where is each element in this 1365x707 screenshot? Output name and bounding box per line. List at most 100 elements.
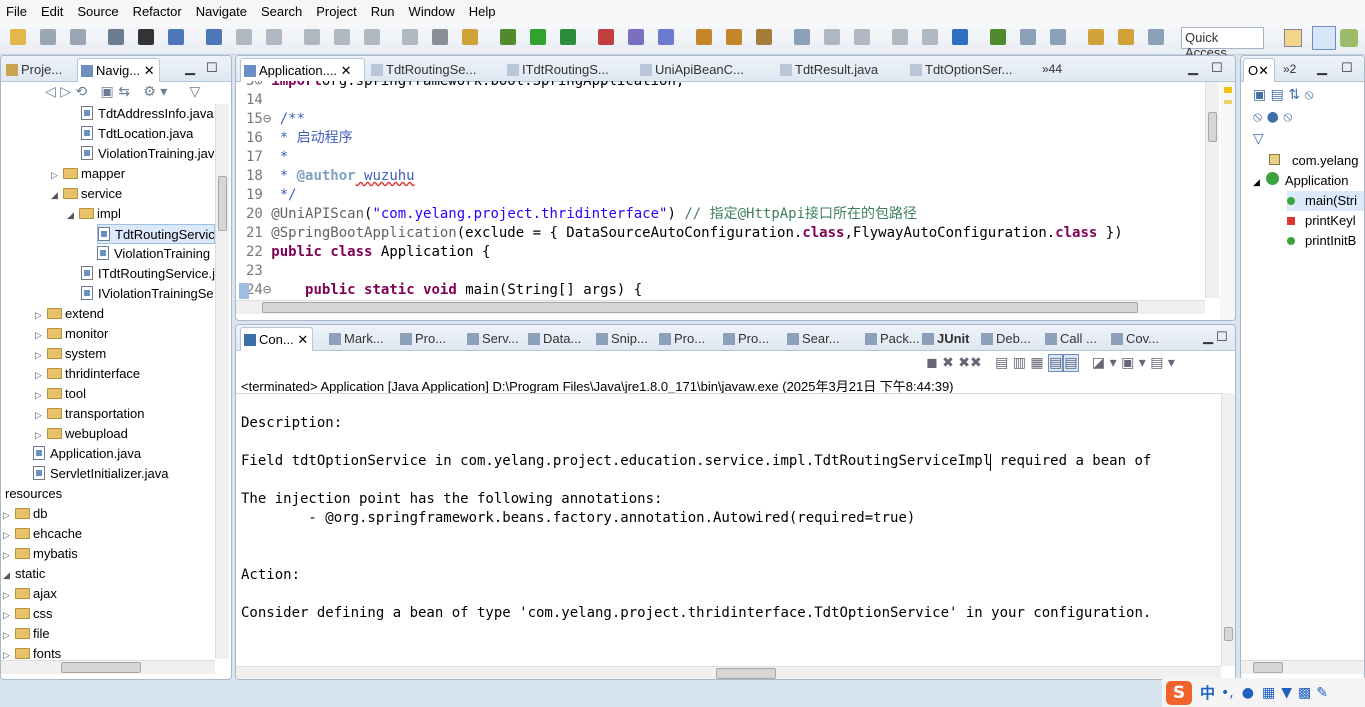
- nav-back-icon[interactable]: [1118, 29, 1134, 45]
- debug-perspective-icon[interactable]: [1340, 29, 1358, 47]
- tree-item[interactable]: ServletInitializer.java: [33, 464, 169, 484]
- last-edit-icon[interactable]: [1020, 29, 1036, 45]
- tree-item[interactable]: ▷ webupload: [35, 424, 128, 444]
- code-line[interactable]: 20 @UniAPIScan("com.yelang.project.thrid…: [246, 205, 917, 224]
- toggle-mark-icon[interactable]: [892, 29, 908, 45]
- tree-item[interactable]: ◢ service: [51, 184, 122, 204]
- minimize-icon[interactable]: ▁: [1317, 61, 1327, 76]
- scroll-thumb[interactable]: [1224, 627, 1233, 641]
- close-icon[interactable]: ✕: [1258, 63, 1269, 78]
- punctuation-icon[interactable]: •,: [1221, 685, 1234, 701]
- occurrence-marker[interactable]: [1224, 100, 1232, 104]
- open-type-icon[interactable]: [726, 29, 742, 45]
- java-perspective-icon[interactable]: [1312, 26, 1336, 50]
- tree-item[interactable]: TdtRoutingServic: [97, 224, 215, 244]
- outline-item[interactable]: ◢ Application: [1253, 171, 1349, 191]
- external-tools-icon[interactable]: [598, 29, 614, 45]
- expand-arrow-icon[interactable]: ▷: [35, 385, 47, 404]
- tab-cov-view[interactable]: Cov...: [1108, 327, 1163, 351]
- tab-deb-view[interactable]: Deb...: [978, 327, 1035, 351]
- tree-vertical-scrollbar[interactable]: [215, 104, 229, 659]
- quick-access-input[interactable]: Quick Access: [1181, 27, 1264, 60]
- run-icon[interactable]: [530, 29, 546, 45]
- code-line[interactable]: 15⊖ /**: [246, 110, 305, 129]
- tree-item[interactable]: ▷ css: [3, 604, 53, 624]
- tab-outline[interactable]: O✕: [1243, 58, 1275, 82]
- code-line[interactable]: 23: [246, 262, 271, 281]
- code-line[interactable]: 14: [246, 91, 271, 110]
- code-line[interactable]: 18 * @author wuzuhu: [246, 167, 415, 186]
- tree-item[interactable]: TdtLocation.java: [81, 124, 193, 144]
- tree-item[interactable]: ▷ mybatis: [3, 544, 78, 564]
- tab-tdtrouting[interactable]: TdtRoutingSe...: [368, 58, 480, 82]
- tab-pro-view[interactable]: Pro...: [656, 327, 709, 351]
- scroll-thumb[interactable]: [262, 302, 1138, 313]
- tab-tdtresult[interactable]: TdtResult.java: [777, 58, 882, 82]
- code-line[interactable]: 21 @SpringBootApplication(exclude = { Da…: [246, 224, 1123, 243]
- tab-pro-view[interactable]: Pro...: [720, 327, 773, 351]
- code-line[interactable]: 22 public class Application {: [246, 243, 490, 262]
- outline-item[interactable]: printInitB: [1287, 231, 1356, 251]
- tree-item[interactable]: ▷ thridinterface: [35, 364, 140, 384]
- code-line[interactable]: 19 */: [246, 186, 297, 205]
- tree-item[interactable]: IViolationTrainingSe: [81, 284, 214, 304]
- minimize-icon[interactable]: ▁: [185, 61, 195, 76]
- tree-item[interactable]: TdtAddressInfo.java: [81, 104, 214, 124]
- search-icon[interactable]: [756, 29, 772, 45]
- expand-arrow-icon[interactable]: ▷: [3, 605, 15, 624]
- skin-icon[interactable]: ▼: [1281, 685, 1292, 701]
- debug-skip-icon[interactable]: [206, 29, 222, 45]
- maximize-icon[interactable]: ☐: [1341, 61, 1353, 76]
- expand-arrow-icon[interactable]: ▷: [3, 625, 15, 644]
- expand-arrow-icon[interactable]: ▷: [51, 165, 63, 184]
- tree-item[interactable]: ◢ impl: [67, 204, 121, 224]
- word-wrap-icon[interactable]: ▤: [1063, 354, 1079, 372]
- tab-uniapibean[interactable]: UniApiBeanC...: [637, 58, 748, 82]
- collapse-arrow-icon[interactable]: ◢: [67, 205, 79, 224]
- tab-navigator[interactable]: Navig... ✕: [77, 58, 160, 82]
- tab-call-view[interactable]: Call ...: [1042, 327, 1101, 351]
- code-line[interactable]: 16 * 启动程序: [246, 129, 353, 148]
- expand-arrow-icon[interactable]: ▷: [35, 425, 47, 444]
- tree-item[interactable]: Application.java: [33, 444, 141, 464]
- tree-item[interactable]: ▷ fonts: [3, 644, 61, 664]
- collapse-arrow-icon[interactable]: ◢: [1253, 177, 1260, 187]
- menu-search[interactable]: Search: [261, 4, 302, 19]
- step-return-icon[interactable]: [432, 29, 448, 45]
- tab-data-view[interactable]: Data...: [525, 327, 585, 351]
- tree-item[interactable]: ▷ extend: [35, 304, 104, 324]
- expand-arrow-icon[interactable]: ▷: [3, 505, 15, 524]
- globe-icon[interactable]: [952, 29, 968, 45]
- debug-icon[interactable]: [500, 29, 516, 45]
- tree-item[interactable]: ▷ db: [3, 504, 47, 524]
- scroll-lock-icon[interactable]: ▤: [1048, 354, 1064, 372]
- nav-forward-icon[interactable]: [1148, 29, 1164, 45]
- step-into-icon[interactable]: [364, 29, 380, 45]
- sogou-logo-icon[interactable]: S: [1166, 680, 1192, 705]
- tab-pack-view[interactable]: Pack...: [862, 327, 924, 351]
- tree-item[interactable]: ▷ monitor: [35, 324, 108, 344]
- tab-mark-view[interactable]: Mark...: [326, 327, 388, 351]
- tab-junit-view[interactable]: JUnit: [919, 327, 974, 351]
- menu-source[interactable]: Source: [77, 4, 118, 19]
- expand-arrow-icon[interactable]: ▷: [35, 365, 47, 384]
- tab-project-explorer[interactable]: Proje...: [3, 58, 66, 82]
- scroll-thumb[interactable]: [61, 662, 141, 673]
- microphone-icon[interactable]: ●: [1242, 685, 1254, 701]
- step-over-icon[interactable]: [402, 29, 418, 45]
- back-icon[interactable]: [1050, 29, 1066, 45]
- outline-item[interactable]: main(Stri: [1287, 191, 1364, 211]
- minimize-icon[interactable]: ▁: [1188, 61, 1198, 76]
- forward-icon[interactable]: [1088, 29, 1104, 45]
- outline-horizontal-scrollbar[interactable]: [1241, 660, 1364, 674]
- tab-con-view[interactable]: Con... ✕: [240, 327, 314, 351]
- tree-item[interactable]: ▷ tool: [35, 384, 86, 404]
- build-icon[interactable]: [138, 29, 154, 45]
- tree-item[interactable]: ViolationTraining: [97, 244, 210, 264]
- suspend-icon[interactable]: [266, 29, 282, 45]
- scroll-thumb[interactable]: [716, 668, 776, 679]
- show-whitespace-icon[interactable]: [922, 29, 938, 45]
- collapse-arrow-icon[interactable]: ◢: [3, 565, 15, 584]
- open-perspective-icon[interactable]: [1284, 29, 1302, 47]
- new-icon[interactable]: [10, 29, 26, 45]
